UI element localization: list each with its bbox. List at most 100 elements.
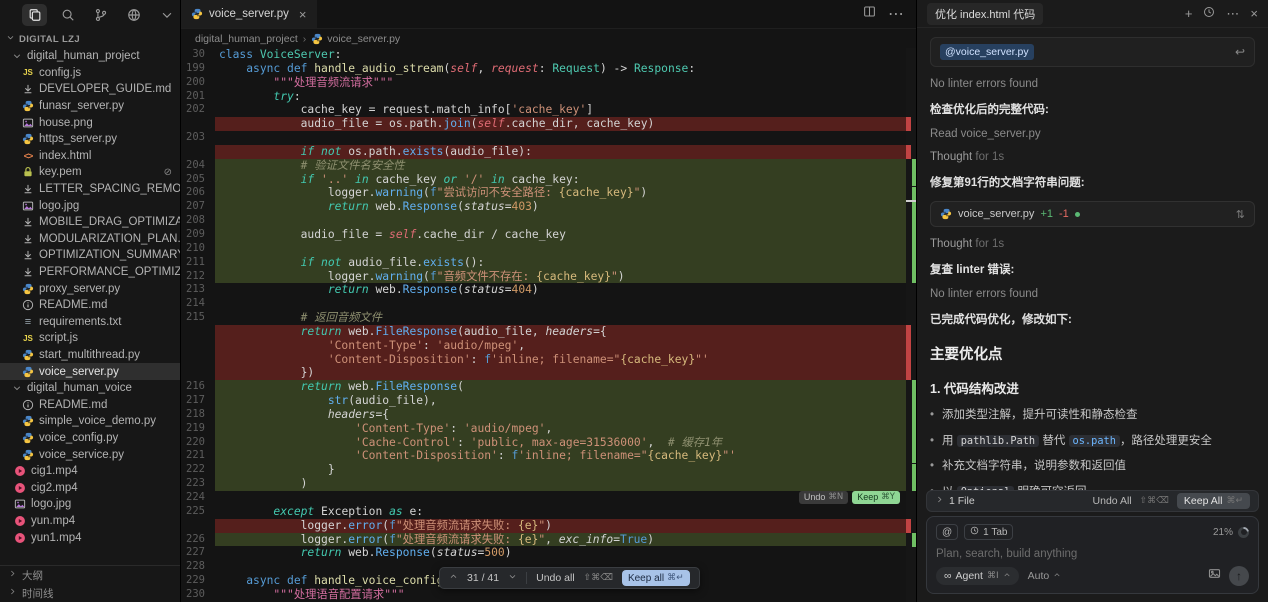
file-letter-spacing-remov-[interactable]: LETTER_SPACING_REMOV... <box>0 181 180 198</box>
code-line-deleted[interactable]: }) <box>181 366 916 380</box>
file-readme-md[interactable]: README.md <box>0 297 180 314</box>
context-at-button[interactable]: @ <box>936 524 958 540</box>
code-line[interactable]: 213 return web.Response(status=404) <box>181 283 916 297</box>
file-voice-server-py[interactable]: voice_server.py <box>0 363 180 380</box>
review-files-label[interactable]: 1 File <box>949 495 975 507</box>
breadcrumb-item[interactable]: voice_server.py <box>327 33 400 45</box>
source-control-icon[interactable] <box>88 4 113 26</box>
file-simple-voice-demo-py[interactable]: simple_voice_demo.py <box>0 413 180 430</box>
chat-input[interactable]: Plan, search, build anything <box>936 548 1249 566</box>
file-requirements-txt[interactable]: ≡requirements.txt <box>0 314 180 331</box>
code-line-added[interactable]: 218 headers={ <box>181 408 916 422</box>
folder-digital-human-project[interactable]: digital_human_project <box>0 48 180 65</box>
code-line-added[interactable]: 212 logger.warning(f"音频文件不存在: {cache_key… <box>181 270 916 284</box>
remote-icon[interactable] <box>122 4 147 26</box>
file-index-html[interactable]: <>index.html <box>0 148 180 165</box>
file-optimization-summary-[interactable]: OPTIMIZATION_SUMMARY.... <box>0 247 180 264</box>
code-line-added[interactable]: 222 } <box>181 463 916 477</box>
code-line-added[interactable]: 206 logger.warning(f"尝试访问不安全路径: {cache_k… <box>181 186 916 200</box>
code-line-added[interactable]: 209 audio_file = self.cache_dir / cache_… <box>181 228 916 242</box>
code-line-deleted[interactable]: logger.error(f"处理音频流请求失败: {e}") <box>181 519 916 533</box>
code-line[interactable]: 30class VoiceServer: <box>181 48 916 62</box>
file-logo-jpg[interactable]: logo.jpg <box>0 496 180 513</box>
breadcrumb[interactable]: digital_human_project›voice_server.py <box>181 29 916 48</box>
keep-all-button[interactable]: Keep all⌘↵ <box>622 570 690 586</box>
file-voice-config-py[interactable]: voice_config.py <box>0 430 180 447</box>
file-logo-jpg[interactable]: logo.jpg <box>0 197 180 214</box>
code-line-added[interactable]: 226 logger.error(f"处理音频流请求失败: {e}", exc_… <box>181 533 916 547</box>
files-icon[interactable] <box>22 4 47 26</box>
code-line[interactable]: 214 <box>181 297 916 311</box>
timeline-section[interactable]: 时间线 <box>0 584 180 602</box>
code-line-added[interactable]: 216 return web.FileResponse( <box>181 380 916 394</box>
chevron-right-icon[interactable] <box>935 495 944 507</box>
new-chat-icon[interactable]: + <box>1185 6 1193 21</box>
code-line-deleted[interactable]: 'Content-Disposition': f'inline; filenam… <box>181 353 916 367</box>
expand-icon[interactable]: ⇅ <box>1236 208 1245 221</box>
chevron-down-icon[interactable] <box>155 4 180 26</box>
file-funasr-server-py[interactable]: funasr_server.py <box>0 98 180 115</box>
file-proxy-server-py[interactable]: proxy_server.py <box>0 280 180 297</box>
agent-mode-selector[interactable]: ∞ Agent ⌘I <box>936 567 1019 585</box>
close-icon[interactable]: × <box>1250 6 1258 21</box>
keep-button[interactable]: Keep⌘Y <box>852 491 900 504</box>
folder-digital-human-voice[interactable]: digital_human_voice <box>0 380 180 397</box>
code-line-added[interactable]: 221 'Content-Disposition': f'inline; fil… <box>181 449 916 463</box>
code-line[interactable]: 203 <box>181 131 916 145</box>
restore-checkpoint-icon[interactable]: ↩ <box>1235 45 1245 59</box>
more-icon[interactable]: ⋯ <box>1226 6 1239 22</box>
tab-context-chip[interactable]: 1 Tab <box>964 524 1013 540</box>
undo-button[interactable]: Undo⌘N <box>799 491 848 504</box>
file-cig1-mp4[interactable]: cig1.mp4 <box>0 463 180 480</box>
outline-section[interactable]: 大纲 <box>0 566 180 584</box>
code-line-added[interactable]: 205 if '..' in cache_key or '/' in cache… <box>181 173 916 187</box>
code-line[interactable]: 227 return web.Response(status=500) <box>181 546 916 560</box>
code-line-deleted[interactable]: if not os.path.exists(audio_file): <box>181 145 916 159</box>
thought-label[interactable]: Thought for 1s <box>930 238 1255 250</box>
file-start-multithread-py[interactable]: start_multithread.py <box>0 347 180 364</box>
edited-file-card[interactable]: voice_server.py+1-1⇅ <box>930 201 1255 227</box>
code-line-deleted[interactable]: return web.FileResponse(audio_file, head… <box>181 325 916 339</box>
file-config-js[interactable]: JSconfig.js <box>0 65 180 82</box>
code-line[interactable]: 201 try: <box>181 90 916 104</box>
code-line-added[interactable]: 217 str(audio_file), <box>181 394 916 408</box>
keep-all-button[interactable]: Keep All ⌘↵ <box>1177 493 1250 509</box>
history-icon[interactable] <box>1203 6 1215 21</box>
file-readme-md[interactable]: README.md <box>0 396 180 413</box>
send-button[interactable]: ↑ <box>1229 566 1249 586</box>
close-icon[interactable]: × <box>299 7 307 22</box>
code-line[interactable]: 230 """处理语音配置请求""" <box>181 588 916 602</box>
file-yun-mp4[interactable]: yun.mp4 <box>0 513 180 530</box>
file-mention-chip[interactable]: @voice_server.py <box>940 44 1034 60</box>
code-line[interactable]: 202 cache_key = request.match_info['cach… <box>181 103 916 117</box>
tab-voice-server[interactable]: voice_server.py × <box>181 0 317 28</box>
breadcrumb-item[interactable]: digital_human_project <box>195 33 298 45</box>
file-https-server-py[interactable]: https_server.py <box>0 131 180 148</box>
code-line-added[interactable]: 208 <box>181 214 916 228</box>
split-editor-icon[interactable] <box>863 5 876 23</box>
code-line[interactable]: 224Undo⌘NKeep⌘Y <box>181 491 916 505</box>
file-key-pem[interactable]: key.pem⊘ <box>0 164 180 181</box>
file-script-js[interactable]: JSscript.js <box>0 330 180 347</box>
image-attach-icon[interactable] <box>1208 567 1221 585</box>
search-icon[interactable] <box>55 4 80 26</box>
code-line[interactable]: 199 async def handle_audio_stream(self, … <box>181 62 916 76</box>
code-line-added[interactable]: 220 'Cache-Control': 'public, max-age=31… <box>181 436 916 450</box>
undo-all-button[interactable]: Undo All <box>1093 495 1132 507</box>
file-voice-service-py[interactable]: voice_service.py <box>0 446 180 463</box>
model-selector[interactable]: Auto <box>1028 570 1062 582</box>
code-line[interactable]: 215 # 返回音频文件 <box>181 311 916 325</box>
code-line-deleted[interactable]: audio_file = os.path.join(self.cache_dir… <box>181 117 916 131</box>
next-diff-icon[interactable] <box>508 572 517 584</box>
file-house-png[interactable]: house.png <box>0 114 180 131</box>
code-line-added[interactable]: 219 'Content-Type': 'audio/mpeg', <box>181 422 916 436</box>
code-line-added[interactable]: 207 return web.Response(status=403) <box>181 200 916 214</box>
code-line-added[interactable]: 223 ) <box>181 477 916 491</box>
code-line[interactable]: 225 except Exception as e: <box>181 505 916 519</box>
code-line-added[interactable]: 211 if not audio_file.exists(): <box>181 256 916 270</box>
file-yun1-mp4[interactable]: yun1.mp4 <box>0 529 180 546</box>
file-developer-guide-md[interactable]: DEVELOPER_GUIDE.md <box>0 81 180 98</box>
undo-all-button[interactable]: Undo all <box>536 572 575 584</box>
code-line-deleted[interactable]: 'Content-Type': 'audio/mpeg', <box>181 339 916 353</box>
code-line-added[interactable]: 210 <box>181 242 916 256</box>
